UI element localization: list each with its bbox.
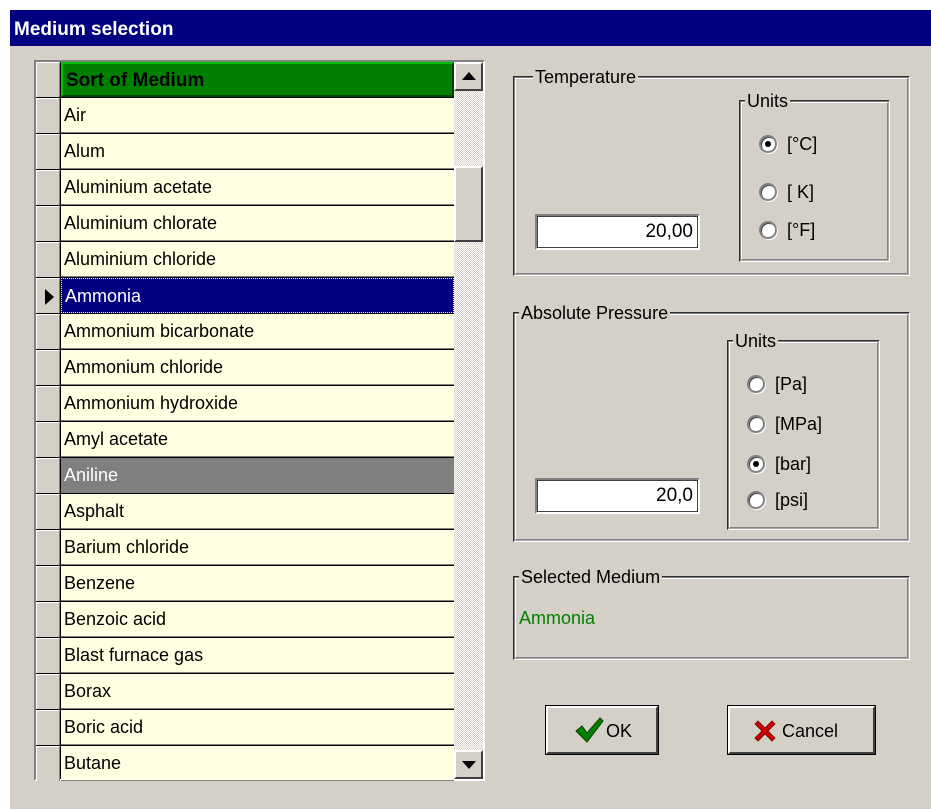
row-indicator[interactable]	[36, 350, 60, 385]
arrow-up-icon	[462, 72, 476, 80]
absolute-pressure-group: Absolute Pressure Units [Pa] [MPa] [bar]	[513, 303, 910, 542]
medium-cell[interactable]: Borax	[61, 674, 454, 709]
dialog-client-area: Sort of Medium Air Alum Aluminium acetate A…	[10, 46, 931, 809]
table-row[interactable]: Aluminium chlorate	[36, 206, 454, 242]
medium-cell[interactable]: Asphalt	[61, 494, 454, 529]
x-cross-icon	[754, 720, 776, 742]
row-indicator[interactable]	[36, 170, 60, 205]
grid-rows: Sort of Medium Air Alum Aluminium acetate A…	[36, 62, 483, 782]
medium-cell[interactable]: Boric acid	[61, 710, 454, 745]
table-row[interactable]: Aniline	[36, 458, 454, 494]
table-row[interactable]: Benzene	[36, 566, 454, 602]
row-indicator[interactable]	[36, 314, 60, 349]
selected-medium-label: Selected Medium	[519, 567, 663, 587]
table-row[interactable]: Blast furnace gas	[36, 638, 454, 674]
medium-cell[interactable]: Ammonium hydroxide	[61, 386, 454, 421]
row-indicator[interactable]	[36, 278, 60, 313]
table-row[interactable]: Ammonium bicarbonate	[36, 314, 454, 350]
table-row[interactable]: Borax	[36, 674, 454, 710]
row-indicator[interactable]	[36, 134, 60, 169]
medium-cell[interactable]: Aniline	[61, 458, 454, 493]
row-indicator[interactable]	[36, 710, 60, 745]
title-bar[interactable]: Medium selection	[10, 10, 931, 46]
row-indicator[interactable]	[36, 98, 60, 133]
temperature-group: Temperature Units [°C] [ K] [°F] 20,00	[513, 67, 910, 276]
table-row[interactable]: Barium chloride	[36, 530, 454, 566]
medium-cell[interactable]: Ammonium bicarbonate	[61, 314, 454, 349]
radio-indicator	[747, 375, 765, 393]
ok-button[interactable]: OK	[545, 705, 659, 755]
selected-medium-value: Ammonia	[519, 608, 596, 628]
row-indicator[interactable]	[36, 386, 60, 421]
row-indicator[interactable]	[36, 494, 60, 529]
row-indicator[interactable]	[36, 746, 60, 781]
medium-selection-window: Medium selection Sort of Medium Air Alum A…	[0, 0, 931, 809]
row-indicator[interactable]	[36, 638, 60, 673]
radio-indicator	[747, 415, 765, 433]
current-row-pointer-icon	[45, 289, 54, 305]
medium-cell[interactable]: Benzene	[61, 566, 454, 601]
ok-button-label: OK	[606, 721, 633, 741]
radio-indicator	[747, 455, 765, 473]
pressure-units-group: Units [Pa] [MPa] [bar] [psi]	[727, 331, 880, 530]
arrow-down-icon	[462, 761, 476, 769]
row-indicator	[36, 62, 60, 97]
pressure-units-label: Units	[733, 331, 779, 351]
table-row[interactable]: Aluminium acetate	[36, 170, 454, 206]
table-row[interactable]: Air	[36, 98, 454, 134]
medium-cell[interactable]: Benzoic acid	[61, 602, 454, 637]
radio-indicator	[759, 221, 777, 239]
medium-cell[interactable]: Barium chloride	[61, 530, 454, 565]
radio-indicator	[747, 491, 765, 509]
medium-cell[interactable]: Butane	[61, 746, 454, 781]
medium-cell[interactable]: Ammonium chloride	[61, 350, 454, 385]
medium-cell[interactable]: Blast furnace gas	[61, 638, 454, 673]
table-row[interactable]: Ammonia	[36, 278, 454, 314]
column-header-sort-of-medium[interactable]: Sort of Medium	[61, 62, 454, 97]
row-indicator[interactable]	[36, 242, 60, 277]
medium-cell[interactable]: Alum	[61, 134, 454, 169]
table-row[interactable]: Ammonium chloride	[36, 350, 454, 386]
radio-indicator	[759, 183, 777, 201]
medium-cell[interactable]: Aluminium acetate	[61, 170, 454, 205]
cancel-button-label: Cancel	[782, 721, 839, 741]
medium-cell[interactable]: Aluminium chlorate	[61, 206, 454, 241]
checkmark-icon	[575, 717, 604, 743]
vertical-scrollbar[interactable]	[454, 62, 483, 779]
temperature-units-group: Units [°C] [ K] [°F]	[739, 91, 890, 262]
cancel-button[interactable]: Cancel	[727, 705, 876, 755]
row-indicator[interactable]	[36, 206, 60, 241]
window-title: Medium selection	[14, 19, 174, 40]
scroll-down-button[interactable]	[454, 750, 483, 779]
table-row[interactable]: Amyl acetate	[36, 422, 454, 458]
medium-cell[interactable]: Amyl acetate	[61, 422, 454, 457]
row-indicator[interactable]	[36, 530, 60, 565]
table-row[interactable]: Ammonium hydroxide	[36, 386, 454, 422]
pressure-label: Absolute Pressure	[519, 303, 671, 323]
temperature-label: Temperature	[533, 67, 639, 87]
pressure-input[interactable]: 20,0	[535, 478, 700, 514]
table-row[interactable]: Butane	[36, 746, 454, 782]
table-row[interactable]: Benzoic acid	[36, 602, 454, 638]
scroll-thumb[interactable]	[454, 166, 483, 242]
temperature-input[interactable]: 20,00	[535, 214, 700, 250]
radio-indicator	[759, 135, 777, 153]
medium-cell[interactable]: Ammonia	[61, 278, 454, 313]
medium-cell[interactable]: Air	[61, 98, 454, 133]
table-row[interactable]: Alum	[36, 134, 454, 170]
table-row[interactable]: Aluminium chloride	[36, 242, 454, 278]
table-row[interactable]: Boric acid	[36, 710, 454, 746]
scroll-up-button[interactable]	[454, 62, 483, 91]
medium-cell[interactable]: Aluminium chloride	[61, 242, 454, 277]
row-indicator[interactable]	[36, 566, 60, 601]
row-indicator[interactable]	[36, 602, 60, 637]
medium-grid: Sort of Medium Air Alum Aluminium acetate A…	[34, 60, 485, 781]
table-row[interactable]: Asphalt	[36, 494, 454, 530]
row-indicator[interactable]	[36, 422, 60, 457]
row-indicator[interactable]	[36, 458, 60, 493]
temperature-units-label: Units	[745, 91, 791, 111]
row-indicator[interactable]	[36, 674, 60, 709]
selected-medium-group: Selected Medium Ammonia	[513, 567, 910, 660]
grid-header-row: Sort of Medium	[36, 62, 454, 98]
